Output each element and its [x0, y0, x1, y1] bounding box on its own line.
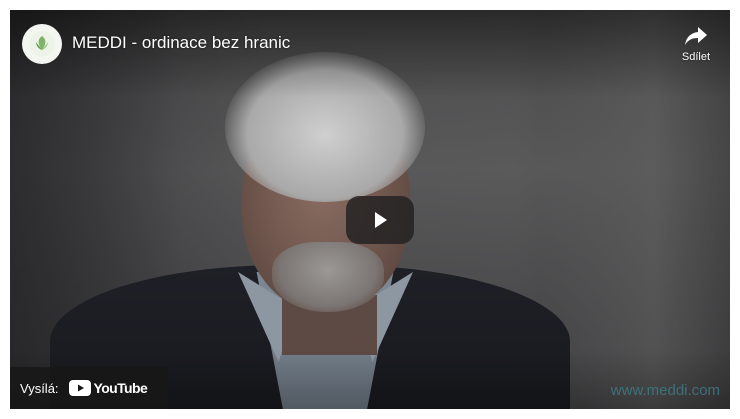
share-label: Sdílet — [681, 51, 711, 63]
share-arrow-icon — [685, 27, 707, 45]
youtube-brand-text: YouTube — [93, 380, 148, 396]
player-top-bar: MEDDI - ordinace bez hranic Sdílet — [10, 10, 730, 80]
channel-avatar[interactable] — [22, 24, 62, 64]
play-icon — [375, 212, 387, 228]
share-button[interactable]: Sdílet — [676, 24, 716, 72]
meddi-logo-icon — [29, 31, 55, 57]
watch-on-youtube-button[interactable]: Vysílá: YouTube — [10, 367, 168, 409]
watch-on-label: Vysílá: — [20, 380, 59, 396]
youtube-play-icon — [68, 380, 91, 396]
website-watermark: www.meddi.com — [610, 382, 720, 399]
youtube-logo: YouTube — [68, 380, 148, 396]
video-title[interactable]: MEDDI - ordinace bez hranic — [72, 33, 290, 53]
play-button[interactable] — [346, 196, 414, 244]
youtube-embed-player[interactable]: MEDDI - ordinace bez hranic Sdílet Vysíl… — [10, 10, 730, 409]
